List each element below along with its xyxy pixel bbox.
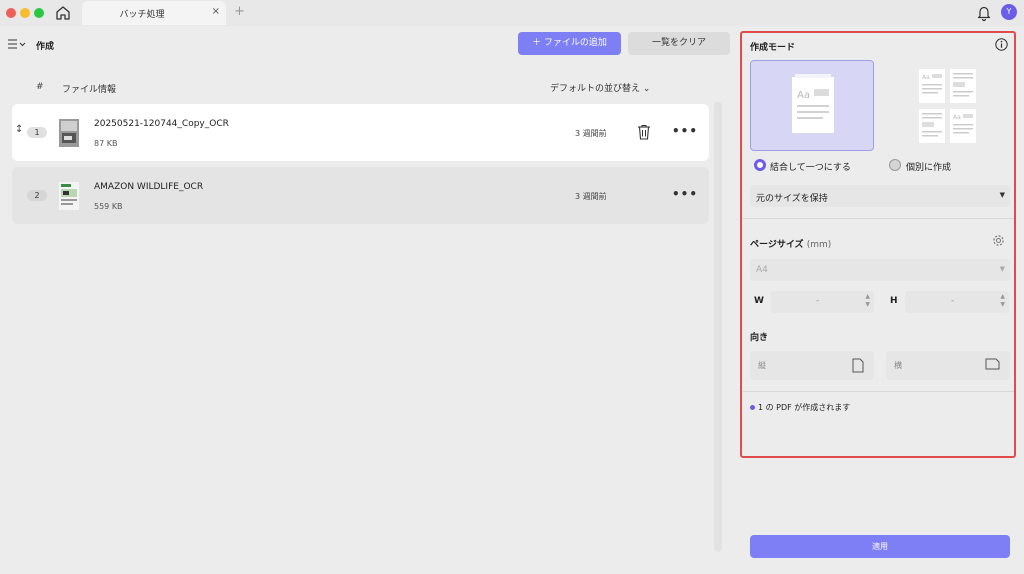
page-size-value: A4 [756,265,768,275]
stepper-icon[interactable]: ▲ ▼ [1000,293,1005,309]
page-size-unit: (mm) [806,240,832,250]
drag-handle-icon[interactable]: ↕ [15,124,23,135]
scrollbar[interactable] [714,102,722,552]
file-size: 559 KB [94,202,123,211]
column-header-number: # [36,82,44,92]
title-bar: バッチ処理 × + Y [0,0,1024,26]
apply-button[interactable]: 適用 [750,535,1010,558]
separate-radio-label: 個別に作成 [906,163,952,173]
minimize-window-button[interactable] [20,8,30,18]
row-number: 1 [27,127,47,138]
landscape-option[interactable]: 横 [886,351,1010,380]
home-icon[interactable] [54,4,72,22]
combine-radio[interactable] [754,159,766,171]
portrait-icon [852,358,864,373]
combine-radio-label: 結合して一つにする [770,163,851,173]
more-icon[interactable]: ••• [672,124,698,138]
file-name: AMAZON WILDLIFE_OCR [94,182,204,192]
avatar[interactable]: Y [1001,4,1017,20]
portrait-label: 縦 [758,361,766,370]
result-info: 1 の PDF が作成されます [758,403,851,412]
tab-close-icon[interactable]: × [212,6,220,17]
file-time: 3 週間前 [575,129,607,138]
divider [742,391,1014,392]
width-input[interactable]: - ▲ ▼ [770,291,874,313]
page-title: 作成 [36,42,55,52]
create-mode-panel: 作成モード Aa Aa Aa 結合して一つにする 個別に作成 元のサイズを保持 … [740,31,1016,458]
height-label: H [890,296,898,306]
height-value: - [951,296,955,306]
menu-icon[interactable] [7,38,27,50]
page-size-heading: ページサイズ (mm) [750,237,831,250]
orientation-label: 向き [750,333,769,343]
size-mode-value: 元のサイズを保持 [756,194,828,204]
file-thumbnail [59,182,79,210]
page-size-label: ページサイズ [750,240,804,250]
status-dot [750,405,755,410]
file-size: 87 KB [94,139,118,148]
page-size-select[interactable]: A4 ▼ [750,259,1010,281]
combined-document-icon: Aa [792,74,834,133]
sort-dropdown[interactable]: デフォルトの並び替え ⌄ [550,81,650,94]
separate-documents-icon: Aa Aa [919,69,976,143]
caret-down-icon: ▼ [999,191,1005,199]
tab-batch[interactable]: バッチ処理 × [82,1,226,25]
landscape-icon [985,358,1000,370]
file-row[interactable]: ↕ 1 20250521-120744_Copy_OCR 87 KB 3 週間前… [12,104,709,161]
stepper-icon[interactable]: ▲ ▼ [865,293,870,309]
panel-title: 作成モード [750,43,796,53]
card-sample-text: Aa [797,90,810,101]
clear-list-button[interactable]: 一覧をクリア [628,32,730,55]
trash-icon[interactable] [637,124,651,140]
caret-down-icon: ▼ [999,265,1005,273]
width-value: - [816,296,820,306]
card-sample-text: Aa [922,74,930,81]
divider [742,218,1014,219]
landscape-label: 横 [894,361,902,370]
file-name: 20250521-120744_Copy_OCR [94,119,229,129]
separate-mode-card[interactable]: Aa Aa [886,60,1010,151]
bell-icon[interactable] [976,4,992,22]
combine-mode-card[interactable]: Aa [750,60,874,151]
file-time: 3 週間前 [575,192,607,201]
tab-title: バッチ処理 [119,10,165,20]
info-icon[interactable] [995,38,1008,51]
add-file-button[interactable]: ＋ ファイルの追加 [518,32,621,55]
size-mode-select[interactable]: 元のサイズを保持 ▼ [750,185,1010,207]
row-number: 2 [27,190,47,201]
file-thumbnail [59,119,79,147]
portrait-option[interactable]: 縦 [750,351,874,380]
file-row[interactable]: 2 AMAZON WILDLIFE_OCR 559 KB 3 週間前 ••• [12,167,709,224]
main-area: 作成 ＋ ファイルの追加 一覧をクリア # ファイル情報 デフォルトの並び替え … [0,26,736,574]
separate-radio[interactable] [889,159,901,171]
close-window-button[interactable] [6,8,16,18]
card-sample-text: Aa [953,114,961,121]
chevron-down-icon: ⌄ [642,84,651,94]
maximize-window-button[interactable] [34,8,44,18]
more-icon[interactable]: ••• [672,187,698,201]
new-tab-button[interactable]: + [234,4,245,19]
column-header-file-info: ファイル情報 [62,85,117,95]
width-label: W [754,296,764,306]
sort-label: デフォルトの並び替え [550,84,641,94]
gear-icon[interactable] [992,234,1005,247]
height-input[interactable]: - ▲ ▼ [905,291,1009,313]
